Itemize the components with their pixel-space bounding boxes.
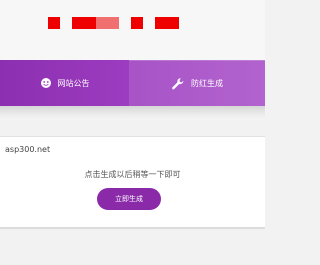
banner-block — [155, 17, 179, 29]
banner-block — [72, 17, 96, 29]
divider — [0, 227, 265, 229]
smiley-icon — [40, 77, 52, 89]
nav-item-label: 防红生成 — [191, 79, 223, 88]
hint-text: 点击生成以后稍等一下即可 — [84, 170, 181, 179]
banner-block — [131, 17, 143, 29]
nav-bar: 网站公告 防红生成 — [0, 60, 265, 106]
nav-item-label: 网站公告 — [57, 78, 90, 88]
nav-shadow — [0, 106, 265, 120]
generate-button[interactable]: 立即生成 — [97, 188, 161, 210]
wrench-icon — [171, 77, 185, 91]
banner-block — [48, 17, 60, 29]
nav-item-generate[interactable]: 防红生成 — [129, 60, 265, 106]
banner-block — [96, 17, 119, 29]
content-card: asp300.net 点击生成以后稍等一下即可 立即生成 — [0, 136, 265, 228]
nav-item-announcement[interactable]: 网站公告 — [0, 60, 129, 106]
site-url: asp300.net — [5, 145, 51, 154]
top-banner — [0, 0, 265, 60]
